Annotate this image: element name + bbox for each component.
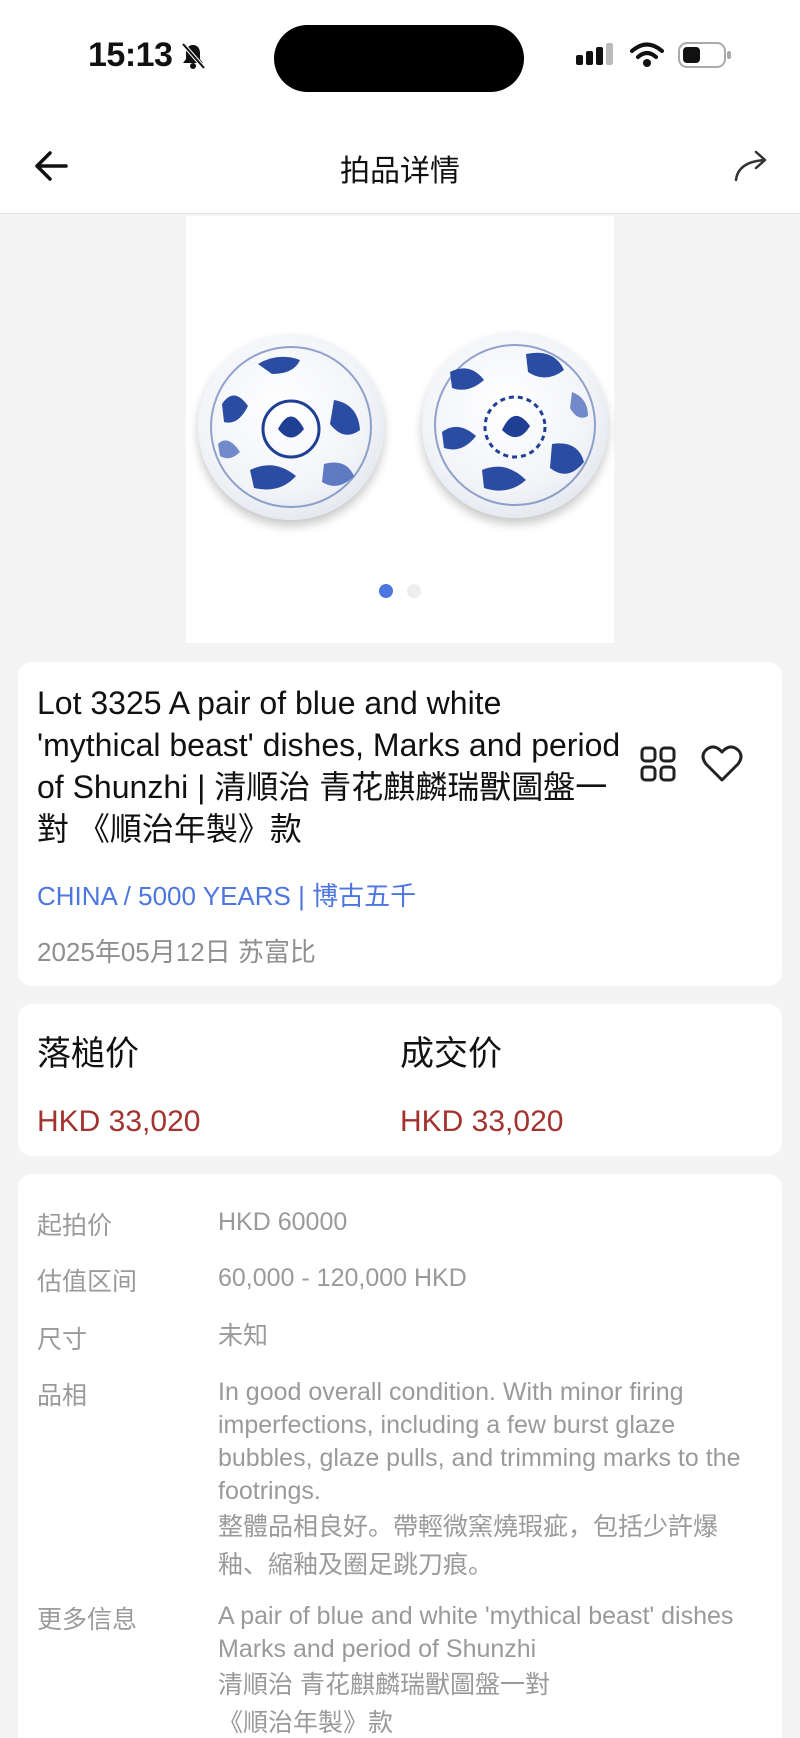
page-title: 拍品详情: [340, 155, 460, 188]
image-carousel[interactable]: [186, 216, 614, 643]
cellular-signal-icon: [576, 43, 613, 65]
status-indicators: [576, 42, 732, 68]
more-info-value: A pair of blue and white 'mythical beast…: [218, 1600, 764, 1738]
clock-text: 15:13: [88, 36, 173, 74]
more-info-line-1: A pair of blue and white 'mythical beast…: [218, 1602, 734, 1630]
status-time: 15:13: [88, 36, 206, 75]
lot-info-card: Lot 3325 A pair of blue and white 'mythi…: [18, 662, 782, 986]
bell-muted-icon: [181, 42, 206, 69]
start-price-value: HKD 60000: [218, 1208, 348, 1236]
condition-text-zh: 整體品相良好。帶輕微窯燒瑕疵，包括少許爆釉、縮釉及圈足跳刀痕。: [218, 1513, 719, 1579]
auction-date: 2025年05月12日 苏富比: [37, 937, 316, 967]
more-info-line-2: Marks and period of Shunzhi: [218, 1635, 537, 1663]
dynamic-island: [274, 25, 524, 92]
dish-pattern-right: [434, 344, 596, 506]
dish-image-right[interactable]: [422, 332, 608, 518]
carousel-pagination: [186, 584, 614, 598]
share-icon[interactable]: [730, 146, 772, 188]
auction-house-link[interactable]: CHINA / 5000 YEARS | 博古五千: [37, 876, 416, 913]
lot-title: Lot 3325 A pair of blue and white 'mythi…: [37, 685, 621, 847]
estimate-label: 估值区间: [37, 1268, 138, 1296]
estimate-value: 60,000 - 120,000 HKD: [218, 1264, 467, 1292]
hammer-price-value: HKD 33,020: [37, 1105, 201, 1138]
deal-price-value: HKD 33,020: [400, 1105, 564, 1138]
hammer-price-block: 落槌价 HKD 33,020: [37, 1026, 200, 1139]
price-card: 落槌价 HKD 33,020 成交价 HKD 33,020: [18, 1004, 782, 1156]
start-price-label: 起拍价: [37, 1212, 113, 1240]
size-label: 尺寸: [37, 1326, 88, 1354]
hammer-price-label: 落槌价: [37, 1035, 139, 1073]
more-info-line-3: 清順治 青花麒麟瑞獸圖盤一對: [218, 1671, 550, 1699]
grid-icon[interactable]: [638, 744, 678, 784]
deal-price-block: 成交价 HKD 33,020: [400, 1026, 563, 1139]
details-card: 起拍价 HKD 60000 估值区间 60,000 - 120,000 HKD …: [18, 1174, 782, 1738]
more-info-label: 更多信息: [37, 1606, 138, 1634]
condition-value: In good overall condition. With minor fi…: [218, 1376, 764, 1584]
dish-image-left[interactable]: [198, 334, 384, 520]
condition-label: 品相: [37, 1382, 88, 1410]
size-value: 未知: [218, 1322, 269, 1350]
favorite-heart-icon[interactable]: [700, 742, 744, 784]
deal-price-label: 成交价: [400, 1035, 502, 1073]
carousel-dot-1[interactable]: [379, 584, 393, 598]
wifi-icon: [630, 42, 664, 67]
more-info-line-4: 《順治年製》款: [218, 1709, 394, 1737]
status-bar: 15:13: [0, 0, 800, 118]
dish-pattern-left: [210, 346, 372, 508]
navigation-bar: 拍品详情: [0, 118, 800, 214]
condition-text-en: In good overall condition. With minor fi…: [218, 1378, 741, 1505]
carousel-dot-2[interactable]: [407, 584, 421, 598]
battery-icon: [678, 42, 731, 68]
